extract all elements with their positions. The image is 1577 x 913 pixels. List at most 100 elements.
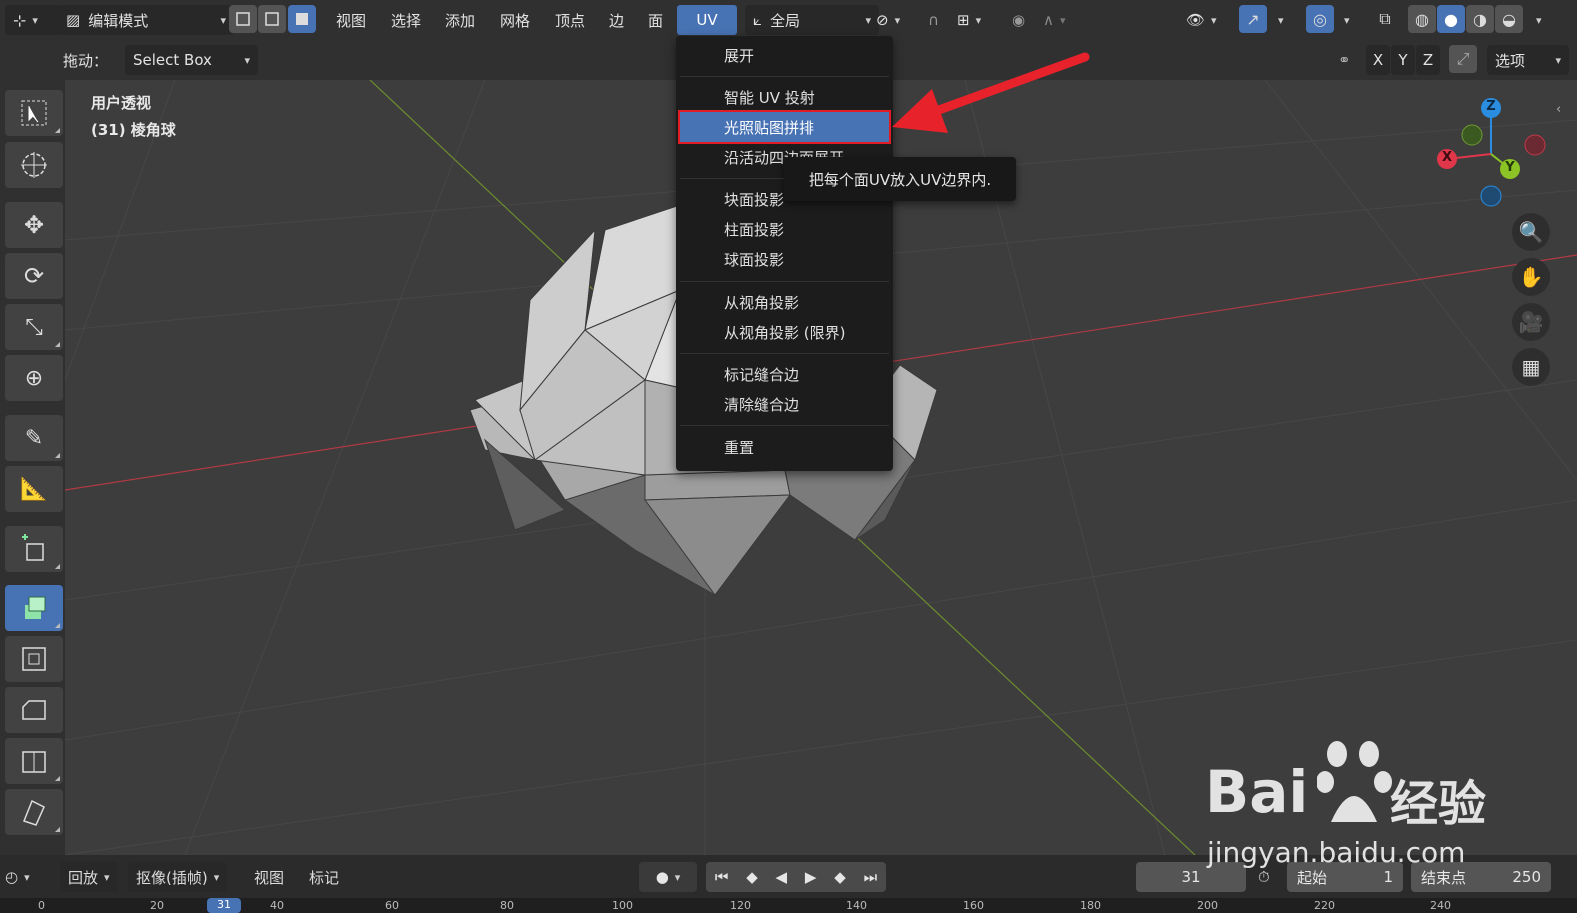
orientation-dropdown[interactable]: ⟀ 全局 ▾ [745, 5, 879, 35]
menu-vertex[interactable]: 顶点 [547, 5, 593, 35]
scale-tool[interactable]: ⤡ [5, 304, 63, 350]
move-tool[interactable]: ✥ [5, 202, 63, 248]
ruler-tick: 180 [1080, 899, 1101, 912]
material-shading-button[interactable]: ◑ [1466, 5, 1494, 33]
hand-icon: ✋ [1518, 265, 1544, 289]
mode-dropdown[interactable]: ▨ 编辑模式 ▾ [58, 5, 234, 35]
perspective-toggle-button[interactable]: ▦ [1512, 348, 1550, 386]
editor-type-button[interactable]: ◴ ▾ [5, 862, 30, 892]
auto-merge-toggle[interactable]: ⤢ [1449, 45, 1477, 73]
jump-start-icon[interactable]: ⏮ [715, 868, 729, 886]
inset-tool[interactable] [5, 636, 63, 682]
menu-item-unwrap[interactable]: 展开 [680, 40, 889, 70]
menu-select[interactable]: 选择 [383, 5, 429, 35]
xray-toggle[interactable]: ⧉ [1371, 5, 1399, 33]
loop-cut-tool[interactable] [5, 738, 63, 784]
zoom-icon: 🔍 [1518, 220, 1544, 244]
next-keyframe-icon[interactable]: ◆ [834, 868, 846, 886]
add-cube-tool[interactable] [5, 526, 63, 572]
transform-orientation-icon: ⟀ [753, 11, 762, 29]
overlay-dropdown[interactable]: ▾ [1338, 5, 1350, 35]
solid-shading-button[interactable]: ● [1437, 5, 1465, 33]
knife-tool[interactable] [5, 789, 63, 835]
camera-view-button[interactable]: 🎥 [1512, 303, 1550, 341]
keying-dropdown[interactable]: 抠像(插帧) ▾ [128, 862, 228, 892]
jump-end-icon[interactable]: ⏭ [864, 868, 878, 886]
menu-separator [680, 281, 889, 282]
menu-mesh[interactable]: 网格 [492, 5, 538, 35]
vertex-select-button[interactable] [229, 5, 257, 33]
chevron-down-icon: ▾ [1344, 13, 1350, 27]
annotate-tool[interactable]: ✎ [5, 415, 63, 461]
proportional-edit-toggle[interactable]: ◉ [1012, 5, 1025, 35]
menu-item-project-from-view-bounds[interactable]: 从视角投影 (限界) [680, 317, 889, 347]
mirror-toggle[interactable]: ⚭ [1338, 45, 1351, 75]
gizmo-dropdown[interactable]: ▾ [1272, 5, 1284, 35]
chevron-down-icon: ▾ [220, 13, 226, 27]
snap-toggle[interactable]: ∩ [928, 5, 939, 35]
edge-select-button[interactable] [258, 5, 286, 33]
axis-y-toggle[interactable]: Y [1391, 45, 1415, 75]
play-reverse-icon[interactable]: ◀ [776, 868, 788, 886]
sidebar-toggle-icon[interactable]: ‹ [1556, 102, 1561, 117]
menu-item-lightmap-pack[interactable]: 光照贴图拼排 [678, 110, 891, 144]
shading-dropdown[interactable]: ▾ [1530, 5, 1542, 35]
snap-dropdown[interactable]: ⊞ ▾ [957, 5, 981, 35]
menu-item-mark-seam[interactable]: 标记缝合边 [680, 359, 889, 389]
play-icon[interactable]: ▶ [805, 868, 817, 886]
menu-item-smart-uv-project[interactable]: 智能 UV 投射 [680, 82, 889, 112]
face-select-button[interactable] [288, 5, 316, 33]
pan-button[interactable]: ✋ [1512, 258, 1550, 296]
menu-item-cylinder-projection[interactable]: 柱面投影 [680, 214, 889, 244]
cursor-tool[interactable] [5, 142, 63, 188]
menu-view[interactable]: 视图 [328, 5, 374, 35]
menu-add[interactable]: 添加 [437, 5, 483, 35]
axis-x-toggle[interactable]: X [1366, 45, 1390, 75]
edit-mode-icon: ▨ [66, 11, 81, 29]
pivot-dropdown[interactable]: ⊘ ▾ [876, 5, 900, 35]
options-dropdown[interactable]: 选项 ▾ [1487, 45, 1569, 75]
bevel-icon [22, 700, 46, 720]
extrude-tool[interactable] [5, 585, 63, 631]
current-frame-indicator[interactable]: 31 [207, 898, 241, 913]
editor-type-button[interactable]: ⊹ ▾ [5, 5, 61, 35]
drag-select-dropdown[interactable]: Select Box ▾ [125, 45, 258, 75]
transform-tool[interactable]: ⊕ [5, 355, 63, 401]
menu-edge[interactable]: 边 [601, 5, 632, 35]
visibility-dropdown[interactable]: 👁 ▾ [1186, 5, 1217, 35]
menu-item-sphere-projection[interactable]: 球面投影 [680, 244, 889, 274]
prev-keyframe-icon[interactable]: ◆ [746, 868, 758, 886]
magnet-icon: ∩ [928, 11, 939, 29]
menu-item-reset[interactable]: 重置 [680, 432, 889, 462]
overlay-toggle[interactable]: ◎ [1306, 5, 1334, 33]
playback-dropdown[interactable]: 回放 ▾ [60, 862, 118, 892]
rendered-shading-button[interactable]: ◒ [1495, 5, 1523, 33]
timeline-marker-menu[interactable]: 标记 [309, 862, 339, 892]
material-sphere-icon: ◑ [1473, 9, 1487, 29]
wireframe-shading-button[interactable]: ◍ [1408, 5, 1436, 33]
timeline-view-menu[interactable]: 视图 [254, 862, 284, 892]
menu-item-project-from-view[interactable]: 从视角投影 [680, 287, 889, 317]
gizmo-toggle[interactable]: ↗ [1239, 5, 1267, 33]
axis-z-toggle[interactable]: Z [1416, 45, 1440, 75]
chevron-down-icon: ▾ [1555, 53, 1561, 67]
measure-tool[interactable]: 📐 [5, 466, 63, 512]
falloff-dropdown[interactable]: ∧ ▾ [1043, 5, 1066, 35]
timeline-ruler[interactable]: 0 20 31 40 60 80 100 120 140 160 180 200… [0, 898, 1577, 913]
menu-uv[interactable]: UV [677, 5, 737, 35]
ruler-tick: 20 [150, 899, 164, 912]
zoom-button[interactable]: 🔍 [1512, 213, 1550, 251]
overlay-icon: ◎ [1313, 9, 1327, 29]
menu-item-clear-seam[interactable]: 清除缝合边 [680, 389, 889, 419]
ruler-tick: 40 [270, 899, 284, 912]
auto-merge-icon: ⤢ [1456, 49, 1470, 68]
bevel-tool[interactable] [5, 687, 63, 733]
chevron-down-icon: ▾ [1059, 13, 1066, 27]
chevron-down-icon: ▾ [244, 53, 250, 67]
rotate-tool[interactable]: ⟳ [5, 253, 63, 299]
select-box-tool[interactable] [5, 90, 63, 136]
watermark-url: jingyan.baidu.com [1207, 836, 1466, 869]
auto-keying-toggle[interactable]: ● ▾ [639, 862, 697, 892]
menu-face[interactable]: 面 [640, 5, 671, 35]
ruler-tick: 160 [963, 899, 984, 912]
